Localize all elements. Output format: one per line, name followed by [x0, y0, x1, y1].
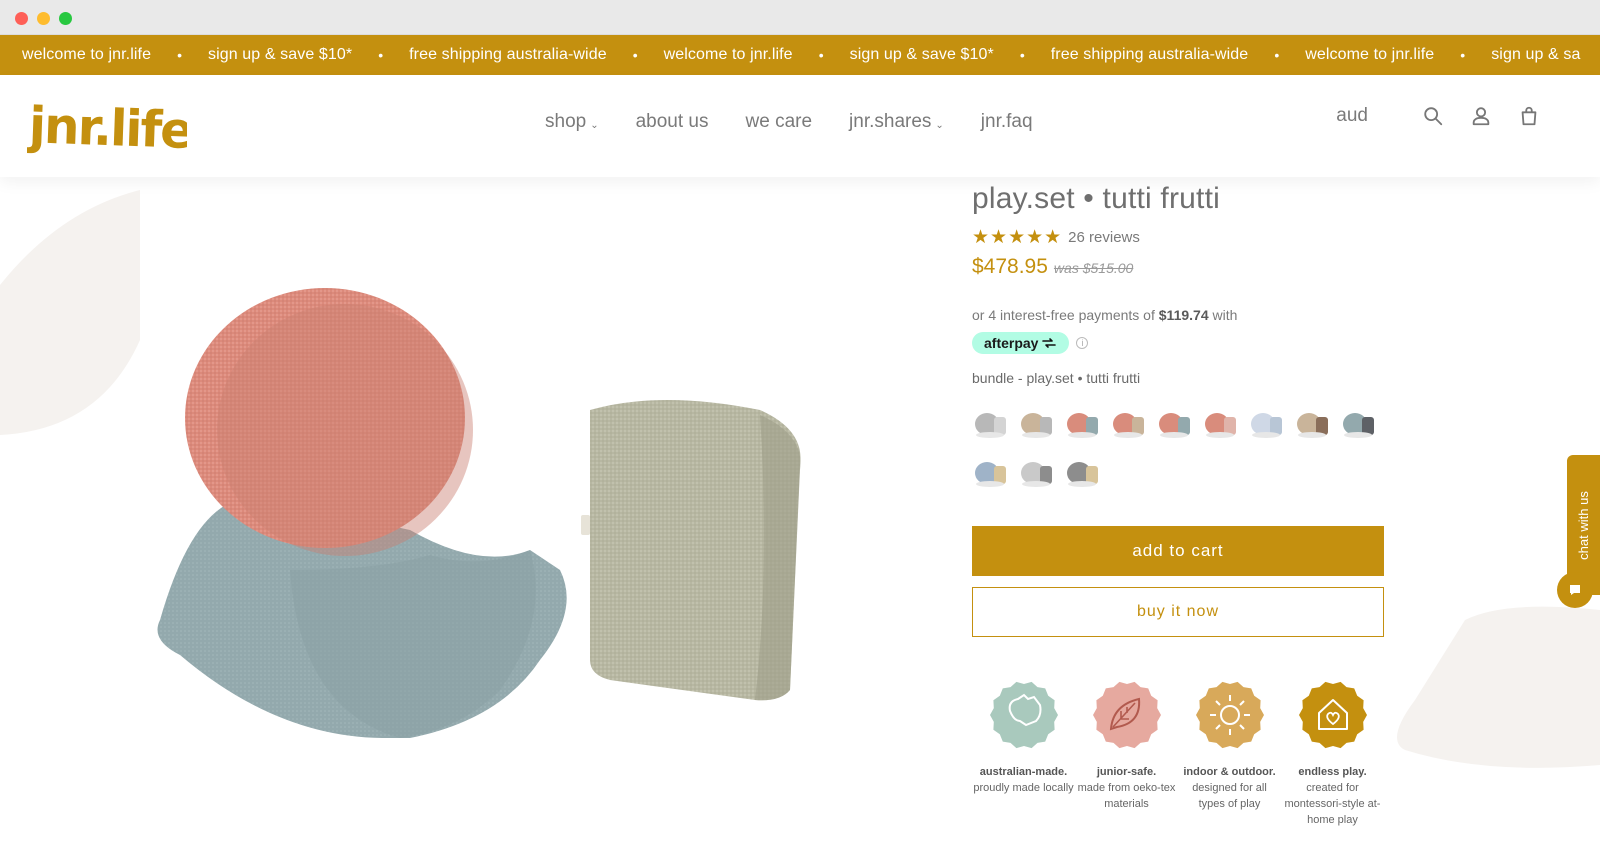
currency-selector[interactable]: aud [1336, 105, 1368, 127]
feature-title: indoor & outdoor. [1183, 766, 1276, 778]
variant-swatch[interactable] [1018, 451, 1056, 489]
reviews-count[interactable]: 26 reviews [1068, 229, 1140, 246]
afterpay-badge: afterpay [972, 332, 1070, 354]
product-rating[interactable]: ★★★★★ 26 reviews [972, 226, 1392, 249]
info-icon[interactable]: i [1076, 337, 1089, 349]
feature-title: junior-safe. [1096, 766, 1157, 778]
afterpay-row: afterpay i [972, 332, 1392, 354]
feature-description: made from oeko-tex materials [1077, 782, 1176, 810]
ticker-item: free shipping australia-wide [409, 46, 607, 63]
nav-jnr-shares[interactable]: jnr.shares ⌄ [849, 111, 944, 133]
ticker-separator: • [1274, 47, 1280, 63]
afterpay-message: or 4 interest-free payments of $119.74 w… [972, 307, 1392, 323]
nav-label: we care [745, 111, 813, 132]
variant-swatch[interactable] [1064, 451, 1102, 489]
afterpay-prefix: or 4 interest-free payments of [972, 307, 1159, 323]
search-icon[interactable] [1422, 105, 1444, 127]
variant-swatch[interactable] [1294, 402, 1332, 440]
ticker-separator: • [378, 47, 384, 63]
jnr-life-logo[interactable]: jnr.life [27, 93, 187, 161]
sun-icon [1195, 681, 1264, 749]
feature-title: australian-made. [979, 766, 1068, 778]
logo-text: jnr.life [27, 96, 187, 160]
was-price: was $515.00 [1053, 260, 1134, 276]
feature-description: designed for all types of play [1192, 782, 1267, 810]
background-shape-left [0, 190, 140, 435]
nav-label: about us [635, 111, 709, 132]
chat-tab-label: chat with us [1576, 490, 1591, 560]
ticker-item: welcome to jnr.life [663, 46, 793, 63]
variant-swatch[interactable] [1156, 402, 1194, 440]
account-icon[interactable] [1470, 105, 1492, 127]
bundle-label: bundle - play.set • tutti frutti [972, 370, 1141, 386]
variant-swatch[interactable] [1064, 402, 1102, 440]
australia-icon [989, 681, 1058, 749]
minimize-window-button[interactable] [37, 12, 50, 25]
maximize-window-button[interactable] [59, 12, 72, 25]
nav-we-care[interactable]: we care [746, 111, 813, 133]
rating-stars: ★★★★★ [972, 227, 1063, 248]
afterpay-arrows-icon [1042, 338, 1057, 348]
announcement-ticker: welcome to jnr.life • sign up & save $10* •… [0, 35, 1600, 75]
ticker-item: sign up & sa [1491, 46, 1581, 63]
afterpay-suffix: with [1208, 307, 1238, 323]
variant-swatch[interactable] [972, 402, 1010, 440]
feature-title: endless play. [1298, 766, 1367, 778]
chat-button[interactable] [1557, 572, 1593, 608]
chevron-down-icon: ⌄ [590, 119, 599, 131]
nav-label: jnr.faq [980, 111, 1033, 132]
product-info: play.set • tutti frutti ★★★★★ 26 reviews… [972, 182, 1392, 828]
variant-swatch[interactable] [1110, 402, 1148, 440]
site-header: jnr.life shop ⌄ about us we care jnr.shares ⌄… [0, 75, 1600, 177]
background-shape-right [1397, 606, 1600, 768]
feature-description: created for montessori-style at-home pla… [1284, 782, 1381, 826]
main-nav: shop ⌄ about us we care jnr.shares ⌄ jnr.faq [545, 111, 1070, 133]
ticker-separator: • [632, 47, 638, 63]
product-image[interactable] [140, 270, 840, 770]
ticker-item: welcome to jnr.life [1305, 46, 1435, 63]
chevron-down-icon: ⌄ [935, 119, 944, 131]
ticker-item: free shipping australia-wide [1050, 46, 1249, 63]
product-title: play.set • tutti frutti [972, 182, 1220, 215]
variant-swatch[interactable] [1248, 402, 1286, 440]
nav-shop[interactable]: shop ⌄ [545, 111, 599, 133]
feature-badge: indoor & outdoor. designed for all types … [1178, 681, 1281, 828]
ticker-item: sign up & save $10* [849, 46, 994, 63]
afterpay-badge-text: afterpay [984, 335, 1039, 351]
home-heart-icon [1298, 681, 1367, 749]
feature-badge: endless play. created for montessori-styl… [1281, 681, 1384, 828]
ticker-separator: • [1460, 47, 1466, 63]
leaf-icon [1092, 681, 1161, 749]
ticker-separator: • [818, 47, 824, 63]
afterpay-amount: $119.74 [1158, 307, 1209, 323]
nav-about-us[interactable]: about us [636, 111, 709, 133]
feature-badge: junior-safe. made from oeko-tex materials [1075, 681, 1178, 828]
header-utilities: aud [1336, 105, 1540, 127]
current-price: $478.95 [972, 255, 1048, 278]
ticker-item: welcome to jnr.life [22, 46, 152, 63]
nav-label: shop [545, 111, 587, 132]
buy-now-button[interactable]: buy it now [972, 587, 1384, 637]
feature-description: proudly made locally [973, 782, 1074, 794]
nav-jnr-faq[interactable]: jnr.faq [981, 111, 1033, 133]
cart-icon[interactable] [1518, 105, 1540, 127]
ticker-separator: • [1019, 47, 1025, 63]
price-row: $478.95 was $515.00 [972, 255, 1392, 279]
ticker-separator: • [177, 47, 182, 63]
feature-badge: australian-made. proudly made locally [972, 681, 1075, 828]
add-to-cart-button[interactable]: add to cart [972, 526, 1384, 576]
nav-label: jnr.shares [849, 111, 932, 132]
chat-bubble-icon [1570, 585, 1580, 595]
variant-swatch[interactable] [972, 451, 1010, 489]
variant-swatches [972, 402, 1382, 489]
variant-swatch[interactable] [1202, 402, 1240, 440]
browser-titlebar [0, 0, 1600, 35]
close-window-button[interactable] [15, 12, 28, 25]
ticker-track: welcome to jnr.life • sign up & save $10* •… [22, 35, 1580, 75]
variant-swatch[interactable] [1340, 402, 1378, 440]
feature-badges: australian-made. proudly made locally juni… [972, 681, 1384, 828]
variant-swatch[interactable] [1018, 402, 1056, 440]
ticker-item: sign up & save $10* [207, 46, 353, 63]
